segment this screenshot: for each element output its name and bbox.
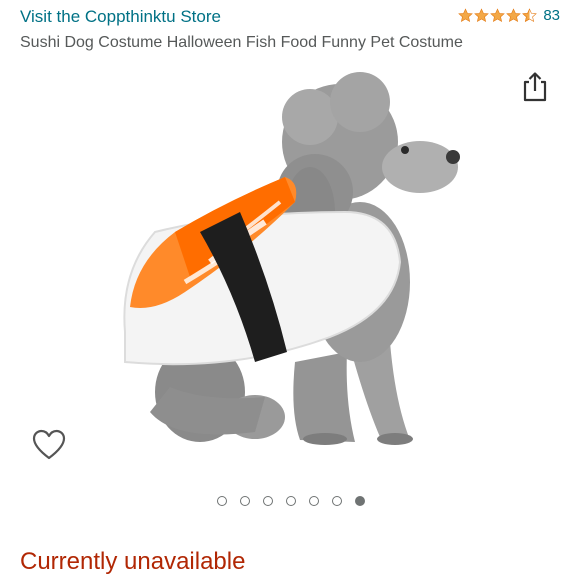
star-icon (490, 8, 506, 23)
star-rating[interactable] (458, 8, 538, 23)
wishlist-button[interactable] (31, 428, 67, 462)
rating-count[interactable]: 83 (543, 7, 560, 24)
carousel-dot[interactable] (217, 496, 227, 506)
carousel-dot-active[interactable] (355, 496, 365, 506)
carousel-dot[interactable] (309, 496, 319, 506)
availability-status: Currently unavailable (20, 548, 246, 575)
half-star-icon (522, 8, 538, 23)
carousel-dot[interactable] (332, 496, 342, 506)
heart-icon (32, 429, 66, 460)
star-icon (458, 8, 474, 23)
share-icon (523, 72, 547, 102)
store-link[interactable]: Visit the Coppthinktu Store (20, 7, 221, 27)
carousel-dot[interactable] (263, 496, 273, 506)
carousel-dot[interactable] (286, 496, 296, 506)
carousel-dot[interactable] (240, 496, 250, 506)
image-carousel-indicator[interactable] (0, 496, 580, 506)
rating[interactable]: 83 (458, 7, 560, 24)
share-button[interactable] (520, 70, 550, 102)
star-icon (474, 8, 490, 23)
product-title: Sushi Dog Costume Halloween Fish Food Fu… (20, 34, 463, 51)
product-image[interactable] (115, 62, 475, 457)
star-icon (506, 8, 522, 23)
